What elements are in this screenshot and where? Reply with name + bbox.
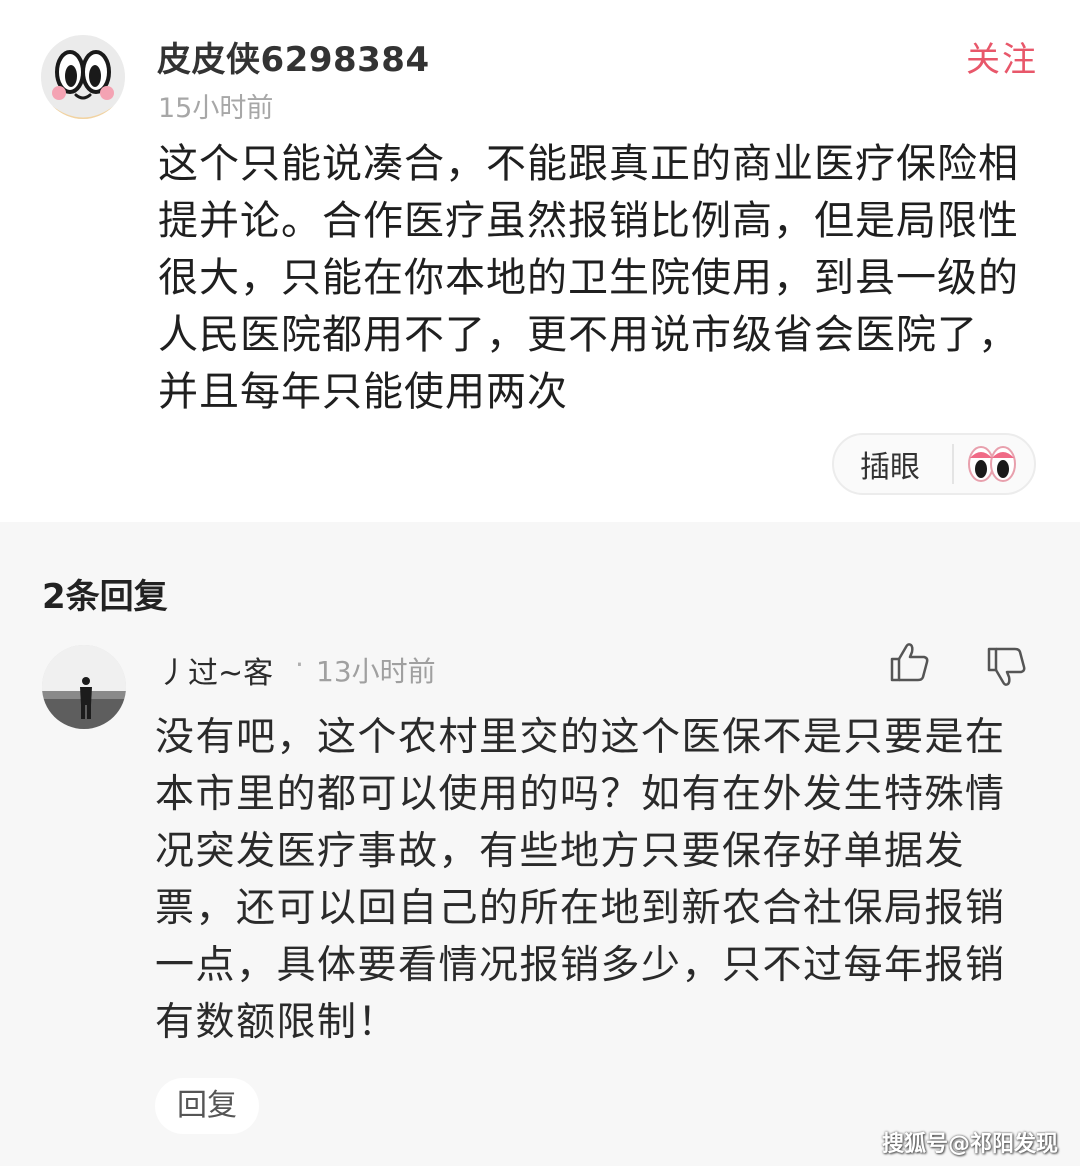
reply-timestamp: 13小时前 (316, 655, 436, 688)
reply-button[interactable]: 回复 (155, 1078, 259, 1134)
cartoon-face-avatar-icon (41, 35, 125, 119)
reply-username[interactable]: 丿过~客 (158, 648, 273, 692)
main-comment: 皮皮侠6298384 15小时前 关注 这个只能说凑合，不能跟真正的商业医疗保险… (0, 0, 1080, 522)
avatar[interactable] (41, 35, 125, 119)
comment-page: 皮皮侠6298384 15小时前 关注 这个只能说凑合，不能跟真正的商业医疗保险… (0, 0, 1080, 1166)
username[interactable]: 皮皮侠6298384 (157, 32, 430, 81)
reply-body: 没有吧，这个农村里交的这个医保不是只要是在本市里的都可以使用的吗？如有在外发生特… (155, 715, 1006, 1045)
reaction-button[interactable]: 插眼 (832, 433, 1036, 495)
thumbs-up-icon[interactable] (888, 641, 930, 683)
person-silhouette-avatar-icon (42, 645, 126, 729)
follow-button[interactable]: 关注 (966, 32, 1038, 81)
reply-avatar[interactable] (42, 645, 126, 729)
comment-timestamp: 15小时前 (158, 93, 274, 124)
thumbs-down-icon[interactable] (985, 646, 1027, 688)
comment-body: 这个只能说凑合，不能跟真正的商业医疗保险相提并论。合作医疗虽然报销比例高，但是局… (158, 141, 1019, 415)
divider (952, 444, 954, 484)
reaction-label: 插眼 (860, 450, 920, 485)
reply-count-heading: 2条回复 (42, 577, 168, 617)
separator-dot: · (295, 648, 304, 681)
watermark: 搜狐号@祁阳发现 (881, 1132, 1058, 1157)
eyes-emoji-icon (968, 446, 1016, 482)
